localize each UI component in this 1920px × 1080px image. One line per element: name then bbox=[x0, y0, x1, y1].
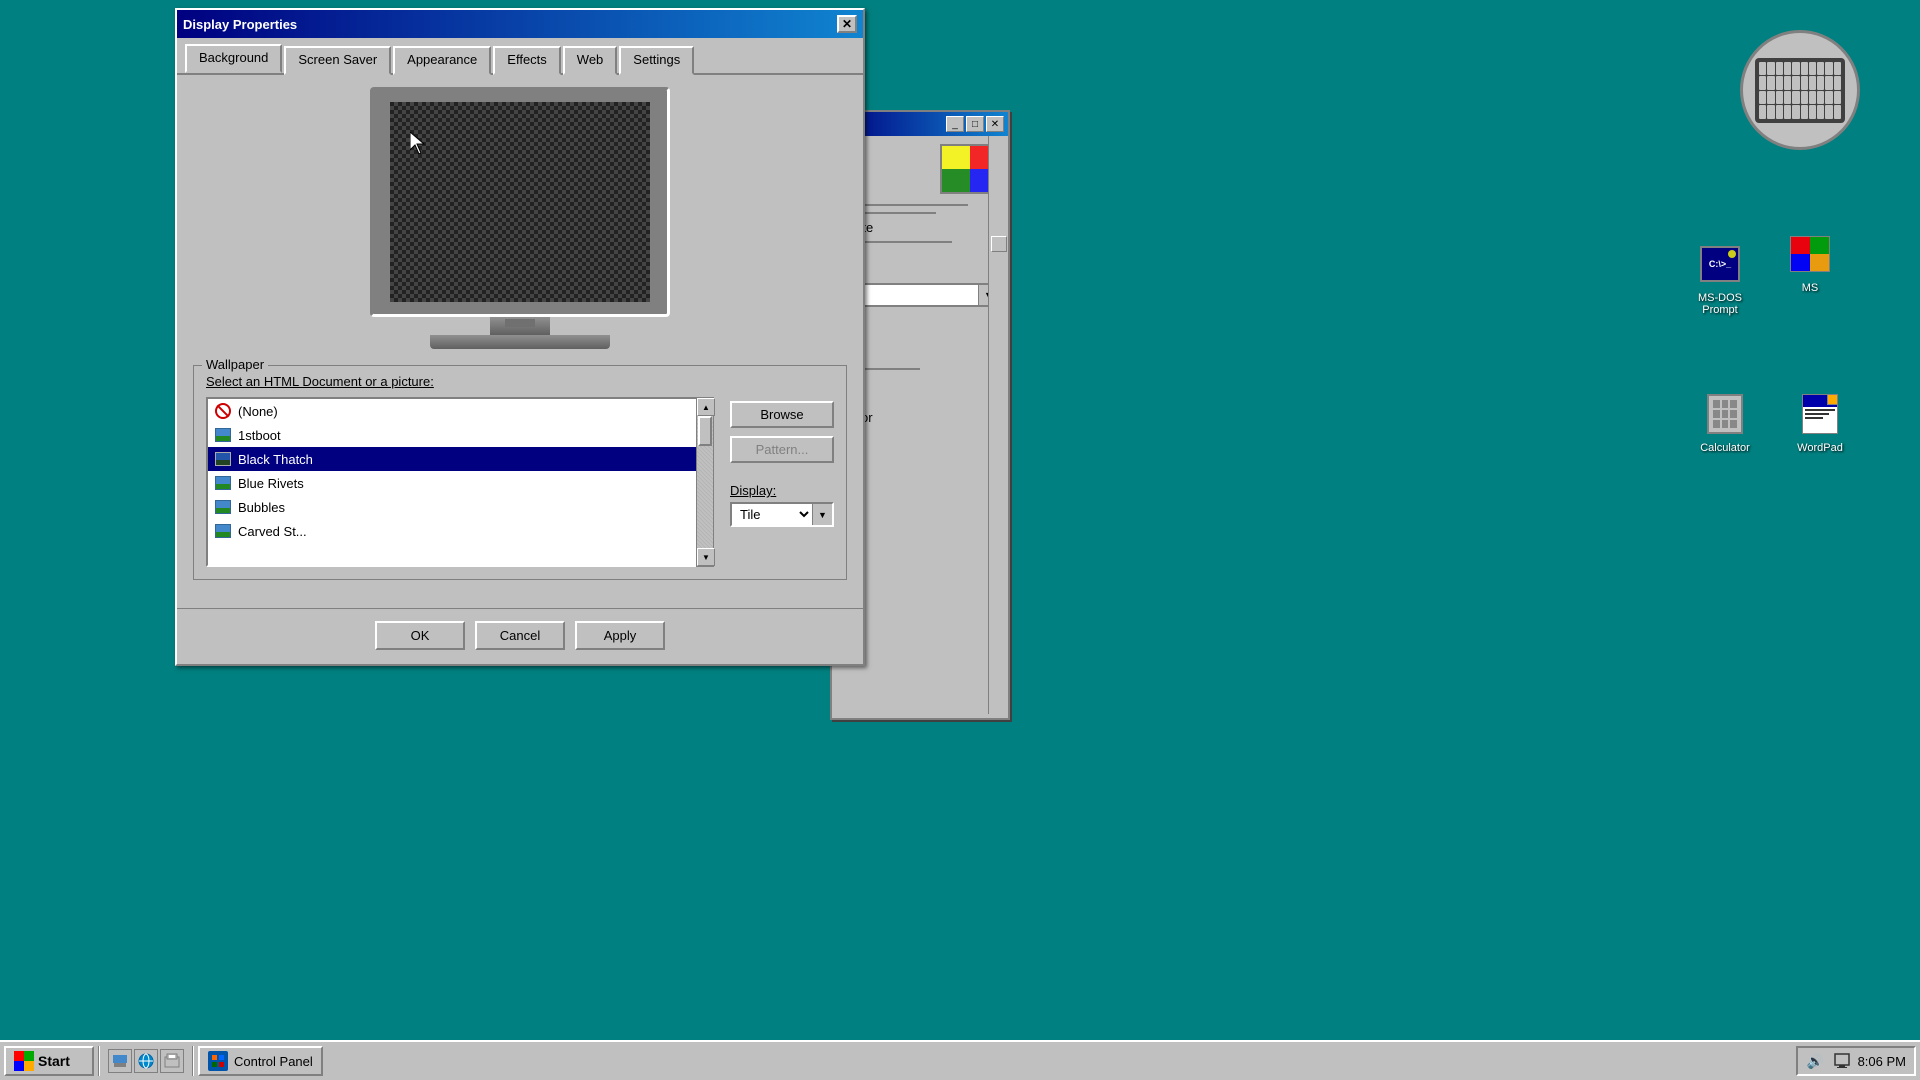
dialog-close-button[interactable]: ✕ bbox=[837, 15, 857, 33]
wallpaper-icon bbox=[214, 522, 232, 540]
list-item[interactable]: (None) bbox=[208, 399, 712, 423]
quick-launch-icon-2[interactable] bbox=[134, 1049, 158, 1073]
wallpaper-icon bbox=[214, 474, 232, 492]
preview-cursor-icon bbox=[410, 132, 426, 157]
quick-launch-icon-3[interactable] bbox=[160, 1049, 184, 1073]
display-dropdown-wrapper[interactable]: Tile Center Stretch ▼ bbox=[730, 502, 834, 527]
wallpaper-icon bbox=[214, 498, 232, 516]
control-panel-taskbar-icon bbox=[208, 1051, 228, 1071]
scroll-down-arrow[interactable]: ▼ bbox=[697, 548, 715, 566]
dialog-footer: OK Cancel Apply bbox=[177, 608, 863, 664]
tab-screen-saver[interactable]: Screen Saver bbox=[284, 46, 391, 75]
ms-color-icon[interactable]: MS bbox=[1770, 230, 1850, 294]
wallpaper-list-container: (None) 1stboot bbox=[206, 397, 714, 567]
tab-settings[interactable]: Settings bbox=[619, 46, 694, 75]
scroll-thumb-area[interactable] bbox=[697, 416, 713, 548]
wallpaper-group: Wallpaper Select an HTML Document or a p… bbox=[193, 365, 847, 580]
dropdown-arrow-icon[interactable]: ▼ bbox=[812, 504, 832, 525]
wallpaper-select-label: Select an HTML Document or a picture: bbox=[206, 374, 834, 389]
monitor-base bbox=[430, 335, 610, 349]
desktop: C:\>_ MS-DOSPrompt MS bbox=[0, 0, 1920, 1040]
tab-appearance[interactable]: Appearance bbox=[393, 46, 491, 75]
wallpaper-content: (None) 1stboot bbox=[206, 397, 834, 567]
browse-button[interactable]: Browse bbox=[730, 401, 834, 428]
bg-win-maximize[interactable]: □ bbox=[966, 116, 984, 132]
taskbar-divider bbox=[98, 1046, 100, 1076]
msdos-prompt-icon[interactable]: C:\>_ MS-DOSPrompt bbox=[1680, 240, 1760, 316]
taskbar-tray: 🔊 8:06 PM bbox=[1796, 1046, 1916, 1076]
tab-effects[interactable]: Effects bbox=[493, 46, 561, 75]
dialog-title: Display Properties bbox=[183, 17, 297, 32]
bg-win-minimize[interactable]: _ bbox=[946, 116, 964, 132]
monitor-stand bbox=[490, 317, 550, 335]
windows-logo-icon bbox=[14, 1051, 34, 1071]
monitor-screen bbox=[390, 102, 650, 302]
scroll-up-arrow[interactable]: ▲ bbox=[697, 398, 715, 416]
tray-display-icon[interactable] bbox=[1832, 1051, 1852, 1071]
dialog-titlebar: Display Properties ✕ bbox=[177, 10, 863, 38]
calculator-icon[interactable]: Calculator bbox=[1685, 390, 1765, 454]
wordpad-icon[interactable]: WordPad bbox=[1780, 390, 1860, 454]
cancel-button[interactable]: Cancel bbox=[475, 621, 565, 650]
wallpaper-buttons-panel: Browse Pattern... Display: Tile Center S… bbox=[730, 397, 834, 527]
monitor-preview bbox=[370, 87, 670, 349]
bg-win-close[interactable]: ✕ bbox=[986, 116, 1004, 132]
wallpaper-icon bbox=[214, 426, 232, 444]
wallpaper-icon bbox=[214, 450, 232, 468]
monitor-body bbox=[370, 87, 670, 317]
list-item-selected[interactable]: Black Thatch bbox=[208, 447, 712, 471]
tray-volume-icon[interactable]: 🔊 bbox=[1806, 1051, 1826, 1071]
wallpaper-list-scrollbar[interactable]: ▲ ▼ bbox=[696, 397, 714, 567]
tab-background[interactable]: Background bbox=[185, 44, 282, 73]
taskbar-divider-2 bbox=[192, 1046, 194, 1076]
taskbar: Start bbox=[0, 1040, 1920, 1080]
wallpaper-list[interactable]: (None) 1stboot bbox=[206, 397, 714, 567]
thatch-pattern bbox=[390, 102, 650, 302]
tab-web[interactable]: Web bbox=[563, 46, 618, 75]
taskbar-time: 8:06 PM bbox=[1858, 1054, 1906, 1069]
dialog-body: Wallpaper Select an HTML Document or a p… bbox=[177, 75, 863, 608]
apply-button[interactable]: Apply bbox=[575, 621, 665, 650]
list-item[interactable]: 1stboot bbox=[208, 423, 712, 447]
list-item[interactable]: Blue Rivets bbox=[208, 471, 712, 495]
keyboard-circle-icon bbox=[1740, 30, 1860, 150]
monitor-preview-container bbox=[193, 87, 847, 349]
display-section: Display: Tile Center Stretch ▼ bbox=[730, 483, 834, 527]
none-icon bbox=[214, 402, 232, 420]
taskbar-item-control-panel[interactable]: Control Panel bbox=[198, 1046, 323, 1076]
start-button[interactable]: Start bbox=[4, 1046, 94, 1076]
scroll-thumb[interactable] bbox=[698, 416, 712, 446]
display-properties-dialog: Display Properties ✕ Background Screen S… bbox=[175, 8, 865, 666]
display-dropdown[interactable]: Tile Center Stretch bbox=[732, 504, 812, 525]
tab-bar: Background Screen Saver Appearance Effec… bbox=[177, 38, 863, 75]
wallpaper-legend: Wallpaper bbox=[202, 357, 268, 372]
ok-button[interactable]: OK bbox=[375, 621, 465, 650]
quick-launch-icon-1[interactable] bbox=[108, 1049, 132, 1073]
list-item[interactable]: Carved St... bbox=[208, 519, 712, 543]
display-label: Display: bbox=[730, 483, 834, 498]
quick-launch bbox=[104, 1049, 188, 1073]
list-item[interactable]: Bubbles bbox=[208, 495, 712, 519]
pattern-button[interactable]: Pattern... bbox=[730, 436, 834, 463]
